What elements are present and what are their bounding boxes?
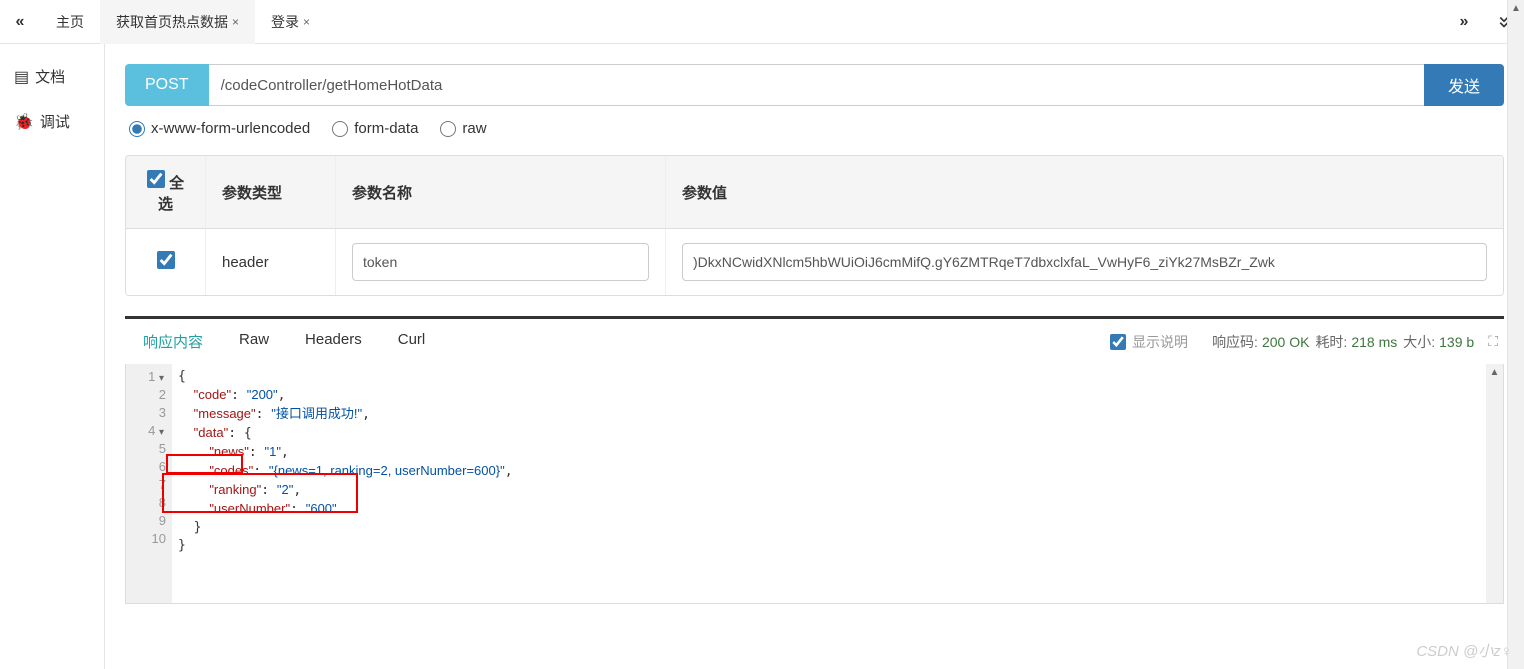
row-checkbox[interactable]	[157, 251, 175, 269]
tab-label: 登录	[271, 12, 299, 32]
response-meta: 显示说明 响应码:200 OK 耗时:218 ms 大小:139 b ⛶	[1110, 332, 1504, 352]
tabs-scroll-right[interactable]: »	[1444, 0, 1484, 44]
radio-urlencoded[interactable]: x-www-form-urlencoded	[129, 120, 310, 137]
sidebar-item-label: 文档	[35, 66, 65, 87]
code-scrollbar[interactable]: ▲	[1486, 364, 1503, 603]
request-bar: POST 发送	[125, 64, 1504, 106]
table-row: header	[126, 229, 1503, 295]
radio-input[interactable]	[129, 121, 145, 137]
select-all-checkbox[interactable]	[147, 170, 165, 188]
resp-tab-headers[interactable]: Headers	[287, 319, 380, 364]
radio-input[interactable]	[332, 121, 348, 137]
code-body[interactable]: { "code": "200", "message": "接口调用成功!", "…	[172, 364, 1503, 603]
col-param-type: 参数类型	[206, 156, 336, 229]
size-value: 139 b	[1439, 334, 1474, 350]
time-label: 耗时:	[1315, 332, 1347, 352]
send-button[interactable]: 发送	[1424, 64, 1504, 106]
col-param-name: 参数名称	[336, 156, 666, 229]
body-type-radios: x-www-form-urlencoded form-data raw	[125, 120, 1504, 137]
tab-list: 主页 获取首页热点数据 × 登录 ×	[40, 0, 1444, 44]
time-value: 218 ms	[1351, 334, 1397, 350]
close-icon[interactable]: ×	[303, 15, 310, 29]
resp-tab-raw[interactable]: Raw	[221, 319, 287, 364]
content-area: POST 发送 x-www-form-urlencoded form-data …	[105, 44, 1524, 669]
param-type-cell: header	[206, 229, 336, 295]
sidebar-item-label: 调试	[40, 111, 70, 132]
tab-label: 获取首页热点数据	[116, 12, 228, 32]
tab-label: 主页	[56, 12, 84, 32]
params-table: 全选 参数类型 参数名称 参数值 header	[125, 155, 1504, 296]
line-gutter: 1 ▾ 2 3 4 ▾ 5 6 7 8 9 10	[126, 364, 172, 603]
tab-login[interactable]: 登录 ×	[255, 0, 326, 44]
file-icon: ▤	[14, 67, 29, 87]
param-value-input[interactable]	[682, 243, 1487, 281]
http-method-badge[interactable]: POST	[125, 64, 209, 106]
tabs-scroll-left[interactable]: «	[0, 0, 40, 44]
show-desc-checkbox[interactable]	[1110, 334, 1126, 350]
tab-get-home-hot-data[interactable]: 获取首页热点数据 ×	[100, 0, 255, 44]
param-name-input[interactable]	[352, 243, 649, 281]
status-code-value: 200 OK	[1262, 334, 1309, 350]
col-select-all[interactable]: 全选	[126, 156, 206, 229]
show-description-toggle[interactable]: 显示说明	[1110, 332, 1188, 352]
radio-raw[interactable]: raw	[440, 120, 486, 137]
size-label: 大小:	[1403, 332, 1435, 352]
response-tabs-bar: 响应内容 Raw Headers Curl 显示说明 响应码:200 OK 耗时…	[125, 316, 1504, 364]
expand-icon[interactable]: ⛶	[1488, 333, 1498, 350]
radio-input[interactable]	[440, 121, 456, 137]
top-tab-bar: « 主页 获取首页热点数据 × 登录 × »	[0, 0, 1524, 44]
resp-tab-curl[interactable]: Curl	[380, 319, 444, 364]
bug-icon: 🐞	[14, 112, 34, 132]
tab-home[interactable]: 主页	[40, 0, 100, 44]
page-scrollbar[interactable]: ▲	[1507, 0, 1524, 669]
close-icon[interactable]: ×	[232, 15, 239, 29]
sidebar-item-docs[interactable]: ▤ 文档	[0, 54, 104, 99]
resp-tab-content[interactable]: 响应内容	[125, 319, 221, 364]
status-code-label: 响应码:	[1212, 332, 1258, 352]
radio-form-data[interactable]: form-data	[332, 120, 418, 137]
sidebar-item-debug[interactable]: 🐞 调试	[0, 99, 104, 144]
response-code-viewer: 1 ▾ 2 3 4 ▾ 5 6 7 8 9 10 { "code": "200"…	[125, 364, 1504, 604]
request-url-input[interactable]	[209, 64, 1425, 106]
sidebar: ▤ 文档 🐞 调试	[0, 44, 105, 669]
col-param-value: 参数值	[666, 156, 1503, 229]
